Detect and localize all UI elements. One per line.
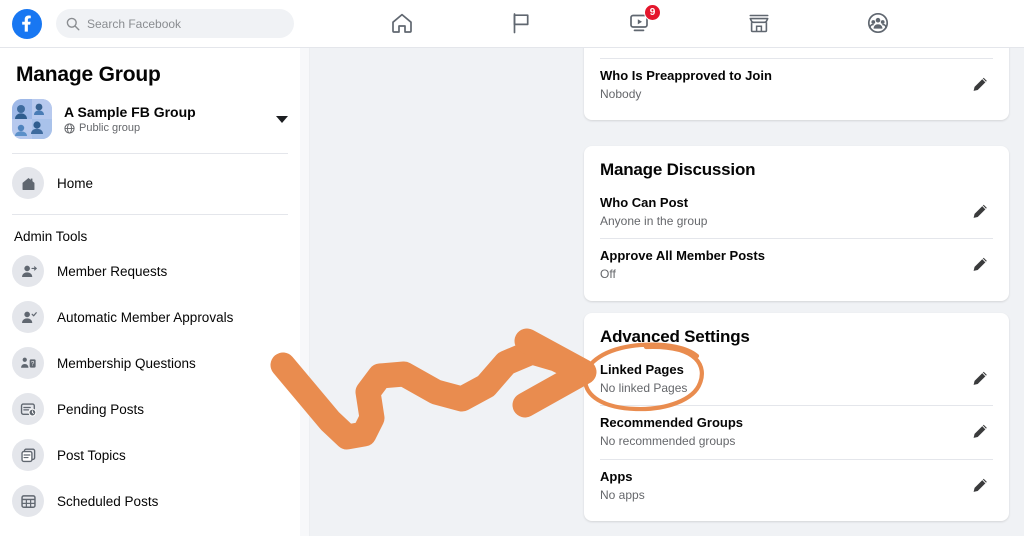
nav-video-icon[interactable]: 9 <box>618 1 662 45</box>
pending-posts-icon <box>12 393 44 425</box>
settings-card-advanced-settings: Advanced Settings Linked Pages No linked… <box>584 313 1009 522</box>
edit-pencil-icon[interactable] <box>965 419 993 447</box>
settings-card-membership: Anyone in the group Who Is Preapproved t… <box>584 47 1009 121</box>
sidebar-item-pending-posts[interactable]: Pending Posts <box>0 386 300 432</box>
setting-label: Apps <box>600 468 633 484</box>
globe-icon <box>64 122 75 134</box>
setting-value: No apps <box>600 487 645 502</box>
settings-card-manage-discussion: Manage Discussion Who Can Post Anyone in… <box>584 146 1009 301</box>
edit-pencil-icon[interactable] <box>965 198 993 226</box>
group-privacy: Public group <box>64 122 270 134</box>
setting-row-recommended-groups[interactable]: Recommended Groups No recommended groups <box>584 406 1009 458</box>
setting-row[interactable]: Approve All Member Posts Off <box>584 239 1009 300</box>
search-placeholder-text: Search Facebook <box>87 16 182 31</box>
sidebar-item-label: Post Topics <box>57 447 126 463</box>
facebook-manage-group-page: Search Facebook 9 Manage Group A Sample … <box>0 0 1024 536</box>
group-privacy-label: Public group <box>79 122 141 134</box>
setting-row[interactable]: Who Is Preapproved to Join Nobody <box>584 59 1009 120</box>
sidebar-section-admin-tools: Admin Tools <box>14 229 88 244</box>
nav-marketplace-icon[interactable] <box>737 1 781 45</box>
settings-content-area: Anyone in the group Who Is Preapproved t… <box>311 47 1024 536</box>
sidebar-item-automatic-member-approvals[interactable]: Automatic Member Approvals <box>0 294 300 340</box>
caret-down-icon[interactable] <box>276 115 288 123</box>
sidebar-divider-top <box>12 153 288 154</box>
group-name: A Sample FB Group <box>64 104 196 120</box>
facebook-logo-icon[interactable] <box>12 9 42 39</box>
membership-questions-icon: ? <box>12 347 44 379</box>
sidebar-item-home-label: Home <box>57 175 94 191</box>
manage-group-sidebar: Manage Group A Sample FB Group Public gr… <box>0 47 300 536</box>
sidebar-item-label: Membership Questions <box>57 355 196 371</box>
setting-value: No recommended groups <box>600 434 736 449</box>
setting-label: Who Is Preapproved to Join <box>600 68 772 83</box>
edit-pencil-icon[interactable] <box>965 252 993 280</box>
search-icon <box>66 17 80 31</box>
page-title: Manage Group <box>16 63 161 86</box>
setting-value: Anyone in the group <box>600 213 708 228</box>
setting-value: Nobody <box>600 86 642 101</box>
sidebar-item-label: Member Requests <box>57 263 168 279</box>
edit-pencil-icon[interactable] <box>965 472 993 500</box>
home-icon <box>12 167 44 199</box>
member-requests-icon <box>12 255 44 287</box>
scheduled-posts-icon <box>12 485 44 517</box>
sidebar-scroll-gutter[interactable] <box>300 47 310 536</box>
sidebar-item-label: Scheduled Posts <box>57 493 159 509</box>
sidebar-item-label: Pending Posts <box>57 401 145 417</box>
sidebar-item-scheduled-posts[interactable]: Scheduled Posts <box>0 478 300 524</box>
nav-groups-icon[interactable] <box>856 1 900 45</box>
setting-row[interactable]: Anyone in the group <box>584 47 1009 58</box>
nav-home-icon[interactable] <box>380 1 424 45</box>
setting-label: Linked Pages <box>600 362 684 377</box>
sidebar-item-label: Automatic Member Approvals <box>57 309 234 325</box>
setting-value: No linked Pages <box>600 380 688 395</box>
setting-label: Who Can Post <box>600 195 689 210</box>
sidebar-item-home[interactable]: Home <box>0 160 300 206</box>
setting-label: Approve All Member Posts <box>600 248 765 264</box>
edit-pencil-icon[interactable] <box>965 71 993 99</box>
video-notification-badge: 9 <box>644 4 661 21</box>
group-selector[interactable]: A Sample FB Group Public group <box>0 95 300 145</box>
group-avatar <box>12 99 52 139</box>
top-navigation-bar: Search Facebook 9 <box>0 0 1024 48</box>
setting-row[interactable]: Who Can Post Anyone in the group <box>584 186 1009 238</box>
edit-pencil-icon[interactable] <box>965 365 993 393</box>
nav-icon-group: 9 <box>380 0 900 46</box>
sidebar-item-membership-questions[interactable]: ? Membership Questions <box>0 340 300 386</box>
search-input[interactable]: Search Facebook <box>56 9 294 38</box>
sidebar-item-member-requests[interactable]: Member Requests <box>0 248 300 294</box>
automatic-approvals-icon <box>12 301 44 333</box>
setting-label: Recommended Groups <box>600 415 744 431</box>
setting-row-apps[interactable]: Apps No apps <box>584 460 1009 521</box>
setting-value: Off <box>600 267 616 282</box>
card-title: Advanced Settings <box>600 327 750 346</box>
sidebar-divider-admin <box>12 214 288 215</box>
nav-flag-icon[interactable] <box>499 1 543 45</box>
sidebar-item-post-topics[interactable]: Post Topics <box>0 432 300 478</box>
setting-row-linked-pages[interactable]: Linked Pages No linked Pages <box>584 353 1009 405</box>
post-topics-icon <box>12 439 44 471</box>
card-title: Manage Discussion <box>600 160 756 179</box>
